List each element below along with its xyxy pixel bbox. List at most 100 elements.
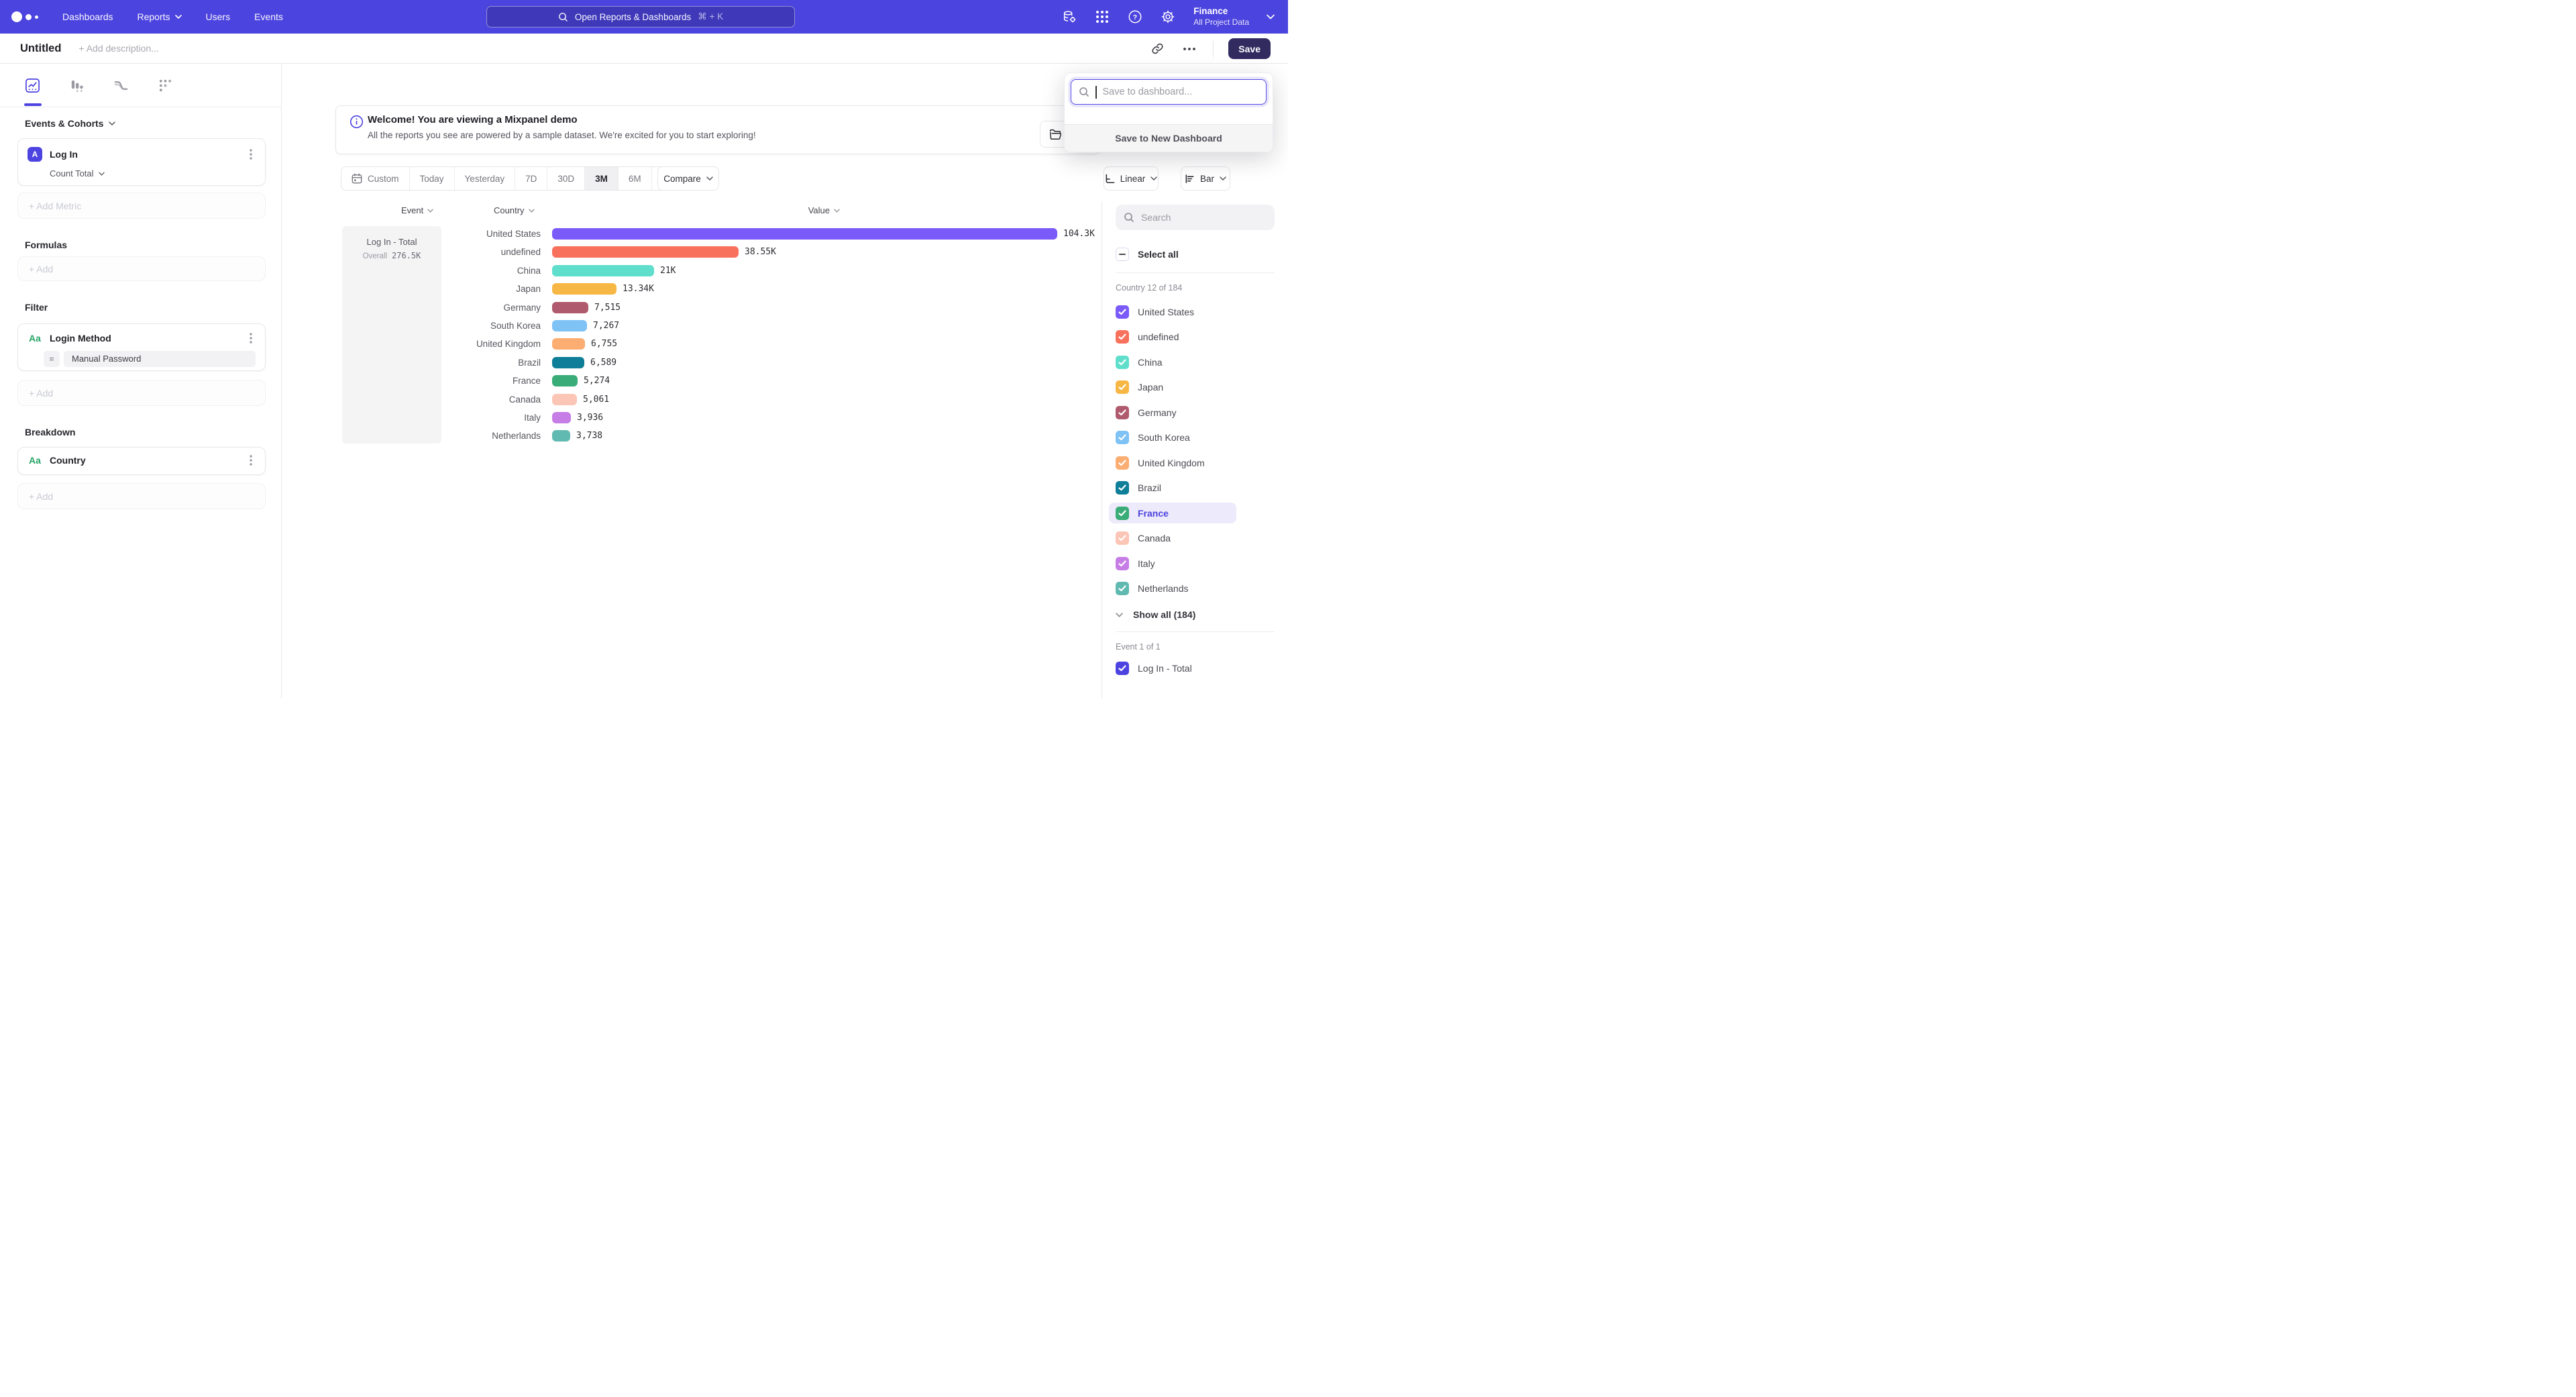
nav-item-reports[interactable]: Reports (138, 11, 182, 22)
country-filter-item[interactable]: Canada (1116, 526, 1275, 552)
aggregation-selector[interactable]: Count Total (50, 168, 105, 178)
bar-value-label: 6,589 (590, 354, 616, 372)
apps-grid-icon[interactable] (1095, 9, 1110, 24)
country-filter-item[interactable]: Germany (1116, 400, 1275, 425)
bar-value-label: 3,738 (576, 427, 602, 445)
add-description-field[interactable]: + Add description... (78, 43, 158, 54)
report-main-area: Welcome! You are viewing a Mixpanel demo… (282, 64, 1288, 698)
checkbox-checked[interactable] (1116, 431, 1129, 444)
data-management-icon[interactable] (1062, 9, 1077, 24)
tab-insights[interactable] (24, 77, 40, 93)
panel-search-box[interactable] (1116, 205, 1275, 230)
show-all-button[interactable]: Show all (184) (1116, 609, 1275, 620)
breakdown-filter-panel: Select all Country 12 of 184 United Stat… (1102, 201, 1288, 698)
country-filter-item[interactable]: Japan (1116, 375, 1275, 401)
select-all-row[interactable]: Select all (1116, 248, 1275, 261)
bar-country-label: United Kingdom (282, 335, 541, 353)
add-metric-button[interactable]: + Add Metric (17, 193, 266, 219)
checkbox-checked[interactable] (1116, 582, 1129, 595)
country-filter-item[interactable]: undefined (1116, 325, 1275, 350)
checkbox-checked[interactable] (1116, 380, 1129, 394)
breakdown-card-country[interactable]: Aa Country (17, 447, 266, 475)
bar-segment[interactable] (552, 412, 571, 423)
save-to-new-dashboard-button[interactable]: Save to New Dashboard (1065, 124, 1273, 152)
bar-segment[interactable] (552, 357, 584, 368)
kebab-menu-icon[interactable] (245, 148, 257, 160)
scale-selector-button[interactable]: Linear (1104, 166, 1159, 191)
country-filter-item[interactable]: Netherlands (1116, 576, 1275, 602)
dashboard-search-box[interactable] (1071, 79, 1267, 105)
add-breakdown-button[interactable]: + Add (17, 483, 266, 509)
checkbox-checked[interactable] (1116, 356, 1129, 369)
checkbox-checked[interactable] (1116, 531, 1129, 545)
country-filter-item[interactable]: France (1109, 503, 1236, 523)
report-title[interactable]: Untitled (20, 42, 61, 55)
breakdown-header: Breakdown (25, 427, 75, 437)
chart-type-button[interactable]: Bar (1181, 166, 1230, 191)
dashboard-search-input[interactable] (1103, 87, 1250, 97)
bar-country-label: Italy (282, 409, 541, 427)
tab-retention[interactable] (157, 77, 173, 93)
checkbox-checked[interactable] (1116, 507, 1129, 520)
bar-segment[interactable] (552, 228, 1057, 240)
mixpanel-logo-icon[interactable] (11, 11, 38, 22)
checkbox-checked[interactable] (1116, 456, 1129, 470)
country-filter-item[interactable]: United States (1116, 299, 1275, 325)
check-icon (1118, 309, 1126, 315)
event-item-checkbox[interactable] (1116, 662, 1129, 675)
checkbox-checked[interactable] (1116, 406, 1129, 419)
checkbox-checked[interactable] (1116, 305, 1129, 319)
filter-header: Filter (25, 302, 48, 313)
country-filter-item[interactable]: United Kingdom (1116, 450, 1275, 476)
events-cohorts-header[interactable]: Events & Cohorts (25, 118, 115, 129)
tab-flows[interactable] (113, 77, 129, 93)
checkbox-checked[interactable] (1116, 557, 1129, 570)
add-filter-button[interactable]: + Add (17, 380, 266, 406)
bar-segment[interactable] (552, 375, 578, 386)
bar-segment[interactable] (552, 338, 585, 350)
kebab-menu-icon[interactable] (245, 454, 257, 466)
tab-funnels[interactable] (68, 77, 85, 93)
metric-letter-badge: A (28, 147, 42, 162)
save-button[interactable]: Save (1228, 38, 1271, 59)
bar-segment[interactable] (552, 302, 588, 313)
checkbox-checked[interactable] (1116, 481, 1129, 495)
help-icon[interactable]: ? (1128, 9, 1142, 24)
project-name: Finance (1193, 6, 1249, 17)
project-switcher[interactable]: Finance All Project Data (1193, 6, 1275, 28)
global-search-button[interactable]: Open Reports & Dashboards ⌘ + K (486, 6, 795, 28)
chart-bar-row: Germany7,515 (282, 299, 1102, 317)
bar-segment[interactable] (552, 320, 587, 331)
bar-segment[interactable] (552, 394, 577, 405)
bar-segment[interactable] (552, 430, 570, 442)
bar-segment[interactable] (552, 246, 739, 258)
country-filter-label: undefined (1138, 331, 1179, 342)
settings-gear-icon[interactable] (1161, 9, 1175, 24)
bar-value-label: 5,061 (583, 391, 609, 409)
check-icon (1118, 359, 1126, 366)
filter-card-login-method[interactable]: Aa Login Method = Manual Password (17, 323, 266, 371)
svg-text:?: ? (1133, 13, 1137, 21)
country-filter-item[interactable]: South Korea (1116, 425, 1275, 451)
country-filter-item[interactable]: Brazil (1116, 476, 1275, 501)
filter-operator-selector[interactable]: = (44, 351, 60, 367)
global-search-label: Open Reports & Dashboards (575, 12, 691, 22)
checkbox-indeterminate[interactable] (1116, 248, 1129, 261)
bar-segment[interactable] (552, 265, 654, 276)
add-formula-button[interactable]: + Add (17, 256, 266, 281)
kebab-menu-icon[interactable] (245, 332, 257, 344)
checkbox-checked[interactable] (1116, 330, 1129, 344)
panel-search-input[interactable] (1141, 212, 1255, 223)
metric-card-log-in[interactable]: A Log In Count Total (17, 138, 266, 186)
country-filter-item[interactable]: Italy (1116, 551, 1275, 576)
bar-segment[interactable] (552, 283, 616, 295)
filter-value-selector[interactable]: Manual Password (64, 351, 256, 367)
event-filter-item[interactable]: Log In - Total (1116, 662, 1275, 675)
chart-bar-row: China21K (282, 262, 1102, 280)
more-options-icon[interactable] (1181, 40, 1198, 58)
country-filter-item[interactable]: China (1116, 350, 1275, 375)
copy-link-icon[interactable] (1148, 40, 1166, 58)
nav-item-events[interactable]: Events (254, 11, 283, 22)
nav-item-dashboards[interactable]: Dashboards (62, 11, 113, 22)
nav-item-users[interactable]: Users (206, 11, 231, 22)
